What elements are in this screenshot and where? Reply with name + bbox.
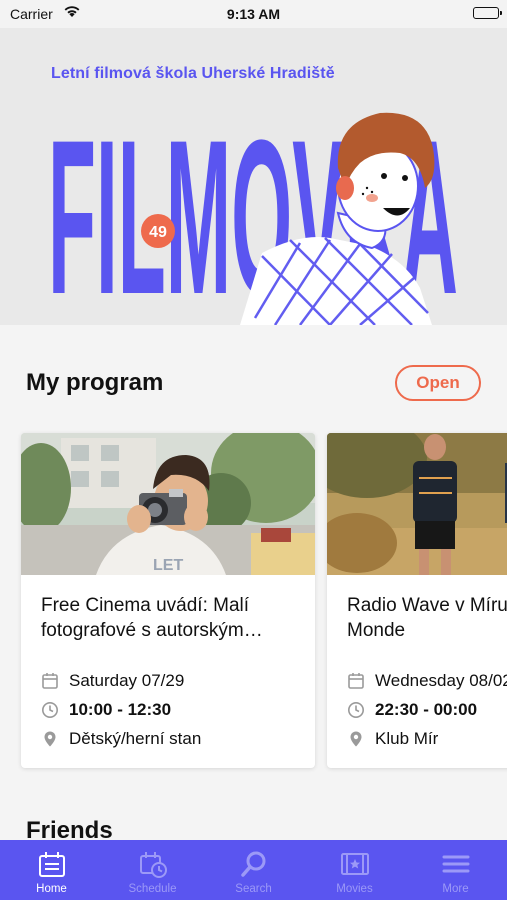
tab-label: Schedule [128,883,177,895]
event-date: Wednesday 08/02 [375,671,507,690]
hero-banner: FILMOVKA 49 Letní filmová škola Uherské … [0,28,507,325]
tab-home[interactable]: Home [1,840,102,900]
event-title: Radio Wave v Míru: Méta Monde [347,595,507,641]
tab-label: Search [235,883,272,895]
event-place-row: Dětský/herní stan [41,729,201,749]
open-program-button[interactable]: Open [395,365,481,401]
tab-schedule[interactable]: Schedule [102,840,203,900]
my-program-title: My program [26,369,164,396]
event-photo: LET [21,433,315,575]
menu-icon [442,855,469,873]
event-date-row: Saturday 07/29 [41,671,184,691]
tab-label: More [442,883,469,895]
battery-icon [473,7,502,19]
tab-label: Home [36,883,67,895]
search-icon [240,851,265,877]
event-title: Free Cinema uvádí: Malí fotografové s au… [41,595,263,641]
tab-movies[interactable]: Movies [304,840,405,900]
schedule-icon [139,852,167,878]
clock-icon [42,702,58,718]
status-bar: Carrier 9:13 AM [0,0,507,28]
location-pin-icon [350,731,362,747]
location-pin-icon [44,731,56,747]
tab-more[interactable]: More [405,840,506,900]
clock-icon [348,702,364,718]
festival-subtitle: Letní filmová škola Uherské Hradiště [51,65,335,82]
event-photo [327,433,507,575]
event-time: 10:00 - 12:30 [69,700,172,719]
calendar-icon [348,673,364,689]
svg-text:LET: LET [153,557,183,574]
event-place-row: Klub Mír [347,729,438,749]
tab-label: Movies [336,883,373,895]
event-place: Klub Mír [375,729,439,748]
home-icon [38,852,65,877]
event-time-row: 22:30 - 00:00 [347,700,477,720]
program-card[interactable]: Radio Wave v Míru: Méta Monde Wednesday … [327,433,507,768]
friends-title: Friends [26,817,113,840]
movies-icon [340,853,369,875]
program-card[interactable]: LET Free Cinema uvádí: Malí fotografové … [21,433,315,768]
tab-search[interactable]: Search [203,840,304,900]
event-time-row: 10:00 - 12:30 [41,700,171,720]
event-time: 22:30 - 00:00 [375,700,478,719]
edition-number: 49 [149,224,167,241]
clock: 9:13 AM [226,6,281,22]
event-date: Saturday 07/29 [69,671,185,690]
event-place: Dětský/herní stan [69,729,202,748]
calendar-icon [42,673,58,689]
tab-bar: Home Schedule Search Movies More [0,840,507,900]
event-date-row: Wednesday 08/02 [347,671,507,691]
main-content: My program Open LET Free Cinema uvádí: M… [0,325,507,840]
